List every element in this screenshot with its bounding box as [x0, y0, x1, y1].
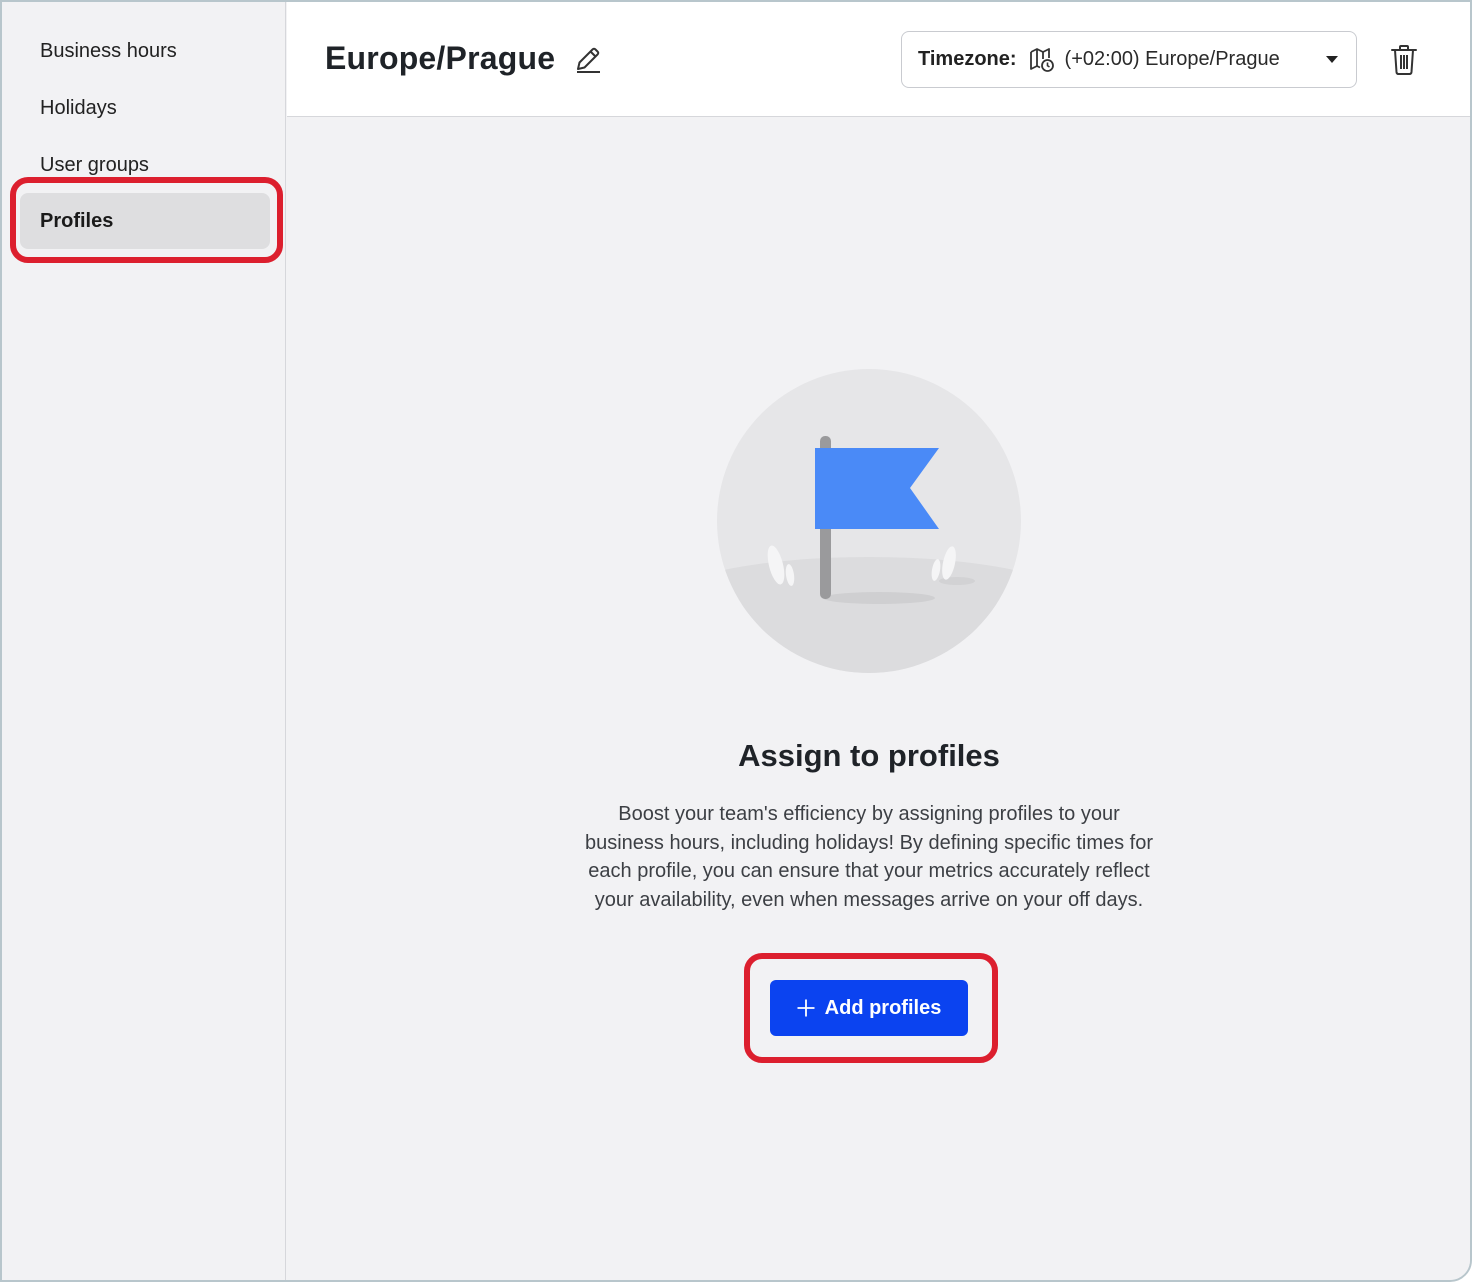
- chevron-down-icon: [1326, 56, 1338, 63]
- sidebar-item-label: Profiles: [40, 209, 114, 232]
- app-window: Business hours Holidays User groups Prof…: [0, 0, 1472, 1282]
- sidebar: Business hours Holidays User groups Prof…: [2, 2, 286, 1280]
- timezone-select[interactable]: Timezone: (+02:00) Europe/Prague: [901, 31, 1357, 88]
- sidebar-item-label: Holidays: [40, 96, 117, 119]
- main-content: Assign to profiles Boost your team's eff…: [287, 118, 1470, 1280]
- trash-icon[interactable]: [1390, 44, 1418, 76]
- sidebar-item-label: Business hours: [40, 39, 177, 62]
- add-profiles-label: Add profiles: [824, 996, 942, 1019]
- empty-state-description: Boost your team's efficiency by assignin…: [584, 803, 1154, 911]
- sidebar-item-label: User groups: [40, 153, 149, 176]
- page-title: Europe/Prague: [325, 40, 556, 76]
- edit-pencil-icon[interactable]: [573, 44, 603, 74]
- sidebar-item-holidays[interactable]: Holidays: [20, 80, 270, 136]
- sidebar-item-user-groups[interactable]: User groups: [20, 137, 270, 193]
- sidebar-item-profiles[interactable]: Profiles: [20, 193, 270, 249]
- timezone-value: (+02:00) Europe/Prague: [1064, 48, 1280, 70]
- sidebar-item-business-hours[interactable]: Business hours: [20, 23, 270, 79]
- empty-state-title: Assign to profiles: [738, 738, 1000, 773]
- page-header: Europe/Prague Timezone: (+02:00) Europe/…: [287, 2, 1470, 117]
- flag-illustration: [717, 369, 1021, 673]
- map-clock-icon: [1029, 47, 1054, 72]
- plus-icon: [797, 999, 815, 1017]
- timezone-label: Timezone:: [918, 48, 1017, 70]
- add-profiles-button[interactable]: Add profiles: [770, 980, 968, 1036]
